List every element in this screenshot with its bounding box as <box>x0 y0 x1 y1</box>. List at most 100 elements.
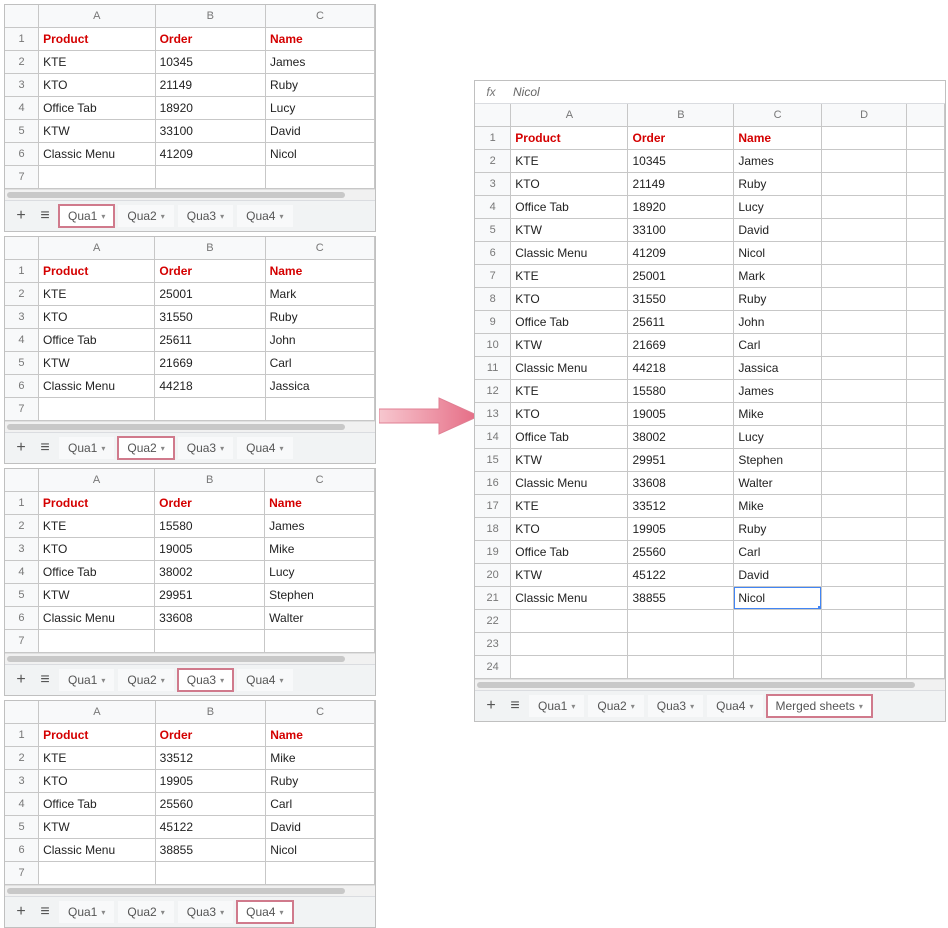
cell-order[interactable]: 29951 <box>628 449 734 472</box>
row-header[interactable]: 8 <box>475 288 511 311</box>
cell-product[interactable]: Classic Menu <box>38 375 154 398</box>
cell-order[interactable]: 45122 <box>155 816 266 839</box>
cell-order[interactable]: 31550 <box>155 306 265 329</box>
tab-qua4[interactable]: Qua4▾ <box>237 669 292 691</box>
row-header[interactable]: 5 <box>475 219 511 242</box>
all-sheets-button[interactable]: ≡ <box>35 438 55 458</box>
cell-name[interactable]: Mike <box>734 495 821 518</box>
row-header[interactable]: 24 <box>475 656 511 679</box>
row-header[interactable]: 21 <box>475 587 511 610</box>
cell-order[interactable]: 21669 <box>628 334 734 357</box>
add-sheet-button[interactable]: + <box>11 206 31 226</box>
cell-order[interactable]: 33608 <box>155 607 265 630</box>
chevron-down-icon[interactable]: ▾ <box>279 212 283 221</box>
cell-order[interactable]: 41209 <box>628 242 734 265</box>
cell-name[interactable]: Ruby <box>734 173 821 196</box>
row-header[interactable]: 7 <box>5 398 38 421</box>
row-header[interactable]: 5 <box>5 352 38 375</box>
row-header[interactable]: 6 <box>5 607 38 630</box>
cell-product[interactable]: KTO <box>39 770 156 793</box>
row-header[interactable]: 2 <box>475 150 511 173</box>
fx-label[interactable]: fx <box>475 85 507 99</box>
col-header[interactable]: C <box>734 104 821 127</box>
cell-name[interactable]: Ruby <box>734 518 821 541</box>
cell-product[interactable]: KTE <box>511 150 628 173</box>
chevron-down-icon[interactable]: ▾ <box>101 444 105 453</box>
add-sheet-button[interactable]: + <box>11 670 31 690</box>
col-header[interactable]: B <box>155 237 265 260</box>
cell-name[interactable]: David <box>734 564 821 587</box>
cell-order[interactable]: 33512 <box>155 747 266 770</box>
row-header[interactable]: 5 <box>5 120 39 143</box>
row-header[interactable]: 5 <box>5 584 38 607</box>
add-sheet-button[interactable]: + <box>11 902 31 922</box>
cell-order[interactable]: 44218 <box>628 357 734 380</box>
row-header[interactable]: 5 <box>5 816 39 839</box>
cell-product[interactable]: Office Tab <box>39 793 156 816</box>
cell-order[interactable]: 25611 <box>155 329 265 352</box>
row-header[interactable]: 4 <box>5 329 38 352</box>
tab-qua1[interactable]: Qua1▾ <box>59 437 114 459</box>
row-header[interactable]: 6 <box>5 839 39 862</box>
chevron-down-icon[interactable]: ▾ <box>161 908 165 917</box>
row-header[interactable]: 4 <box>5 97 39 120</box>
cell-name[interactable]: Lucy <box>265 561 375 584</box>
formula-value[interactable]: Nicol <box>507 85 945 99</box>
chevron-down-icon[interactable]: ▾ <box>220 676 224 685</box>
horizontal-scrollbar[interactable] <box>5 653 375 664</box>
row-header[interactable]: 6 <box>475 242 511 265</box>
row-header[interactable]: 1 <box>5 260 38 283</box>
cell-order[interactable]: 10345 <box>155 51 265 74</box>
cell-product[interactable]: KTE <box>511 380 628 403</box>
cell-product[interactable]: Office Tab <box>38 561 154 584</box>
cell-name[interactable]: Stephen <box>734 449 821 472</box>
row-header[interactable]: 2 <box>5 51 39 74</box>
cell-product[interactable]: KTO <box>511 518 628 541</box>
row-header[interactable]: 17 <box>475 495 511 518</box>
cell-product[interactable]: KTE <box>511 265 628 288</box>
cell-product[interactable]: Classic Menu <box>39 143 156 166</box>
chevron-down-icon[interactable]: ▾ <box>161 676 165 685</box>
cell-name[interactable]: Carl <box>265 352 374 375</box>
tab-qua3[interactable]: Qua3▾ <box>178 669 233 691</box>
cell-product[interactable]: KTO <box>39 74 156 97</box>
row-header[interactable]: 6 <box>5 143 39 166</box>
cell-name[interactable]: Ruby <box>266 770 375 793</box>
cell-order[interactable]: 33512 <box>628 495 734 518</box>
row-header[interactable]: 7 <box>5 166 39 189</box>
cell-order[interactable]: 33100 <box>155 120 265 143</box>
row-header[interactable]: 23 <box>475 633 511 656</box>
cell-product[interactable]: Office Tab <box>511 426 628 449</box>
cell-product[interactable]: Office Tab <box>38 329 154 352</box>
row-header[interactable]: 15 <box>475 449 511 472</box>
row-header[interactable]: 22 <box>475 610 511 633</box>
cell-product[interactable]: Office Tab <box>511 196 628 219</box>
cell-product[interactable]: KTO <box>511 403 628 426</box>
row-header[interactable]: 1 <box>475 127 511 150</box>
cell-order[interactable]: 19905 <box>628 518 734 541</box>
cell-order[interactable]: 21149 <box>628 173 734 196</box>
cell-order[interactable]: 41209 <box>155 143 265 166</box>
cell-name[interactable]: Jassica <box>734 357 821 380</box>
cell-order[interactable]: 10345 <box>628 150 734 173</box>
cell-order[interactable]: 15580 <box>155 515 265 538</box>
row-header[interactable]: 19 <box>475 541 511 564</box>
cell-product[interactable]: Classic Menu <box>511 587 628 610</box>
row-header[interactable]: 4 <box>5 561 38 584</box>
tab-qua2[interactable]: Qua2▾ <box>118 205 173 227</box>
cell-name[interactable]: Nicol <box>734 587 821 610</box>
tab-qua3[interactable]: Qua3▾ <box>178 437 233 459</box>
cell-product[interactable]: KTW <box>511 564 628 587</box>
horizontal-scrollbar[interactable] <box>5 421 375 432</box>
cell-name[interactable]: Ruby <box>265 306 374 329</box>
cell-product[interactable]: Office Tab <box>511 541 628 564</box>
tab-qua1[interactable]: Qua1▾ <box>59 669 114 691</box>
chevron-down-icon[interactable]: ▾ <box>749 702 753 711</box>
tab-qua3[interactable]: Qua3▾ <box>648 695 703 717</box>
cell-name[interactable]: James <box>266 51 375 74</box>
row-header[interactable]: 20 <box>475 564 511 587</box>
spreadsheet-grid[interactable]: ABC1ProductOrderName2KTE15580James3KTO19… <box>5 469 375 653</box>
cell-product[interactable]: Classic Menu <box>39 839 156 862</box>
cell-order[interactable]: 18920 <box>155 97 265 120</box>
cell-order[interactable]: 38002 <box>628 426 734 449</box>
